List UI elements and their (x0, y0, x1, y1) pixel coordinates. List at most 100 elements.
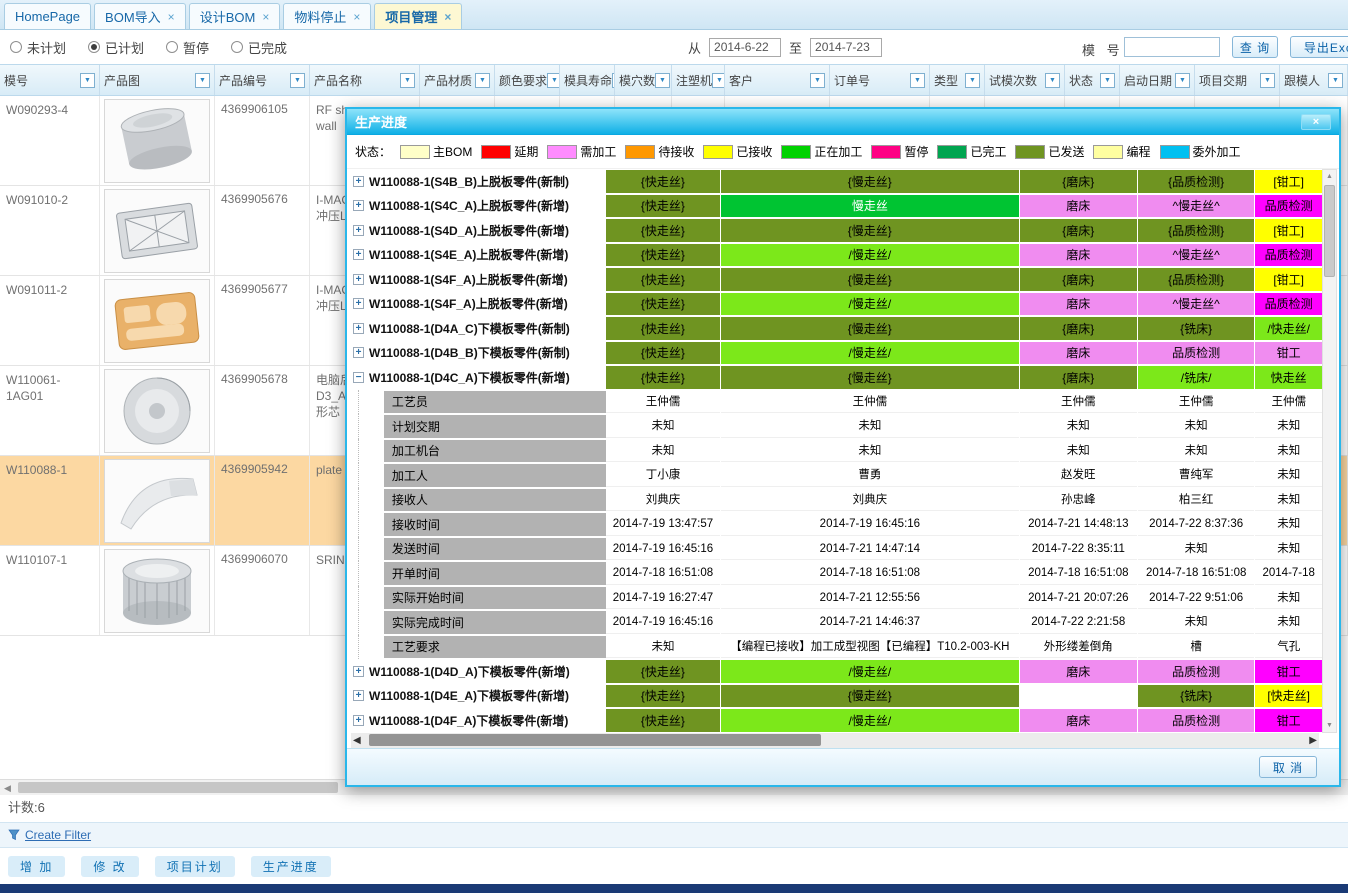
column-header-3[interactable]: 产品名称▼ (310, 65, 420, 95)
process-step-cell[interactable]: 品质检测 (1138, 709, 1254, 732)
process-step-cell[interactable]: 品质检测 (1255, 293, 1322, 316)
process-step-cell[interactable]: {慢走丝} (721, 317, 1018, 340)
cancel-button[interactable]: 取 消 (1259, 756, 1317, 778)
tab-close-icon[interactable]: × (353, 11, 360, 23)
filter-dropdown-icon[interactable]: ▼ (1045, 73, 1060, 88)
tab-close-icon[interactable]: × (168, 11, 175, 23)
column-header-0[interactable]: 模号▼ (0, 65, 100, 95)
scrollbar-thumb[interactable] (1324, 185, 1335, 277)
process-row[interactable]: +W110088-1(S4B_B)上脱板零件(新制){快走丝}{慢走丝}{磨床}… (351, 169, 1323, 194)
process-step-cell[interactable]: {快走丝} (606, 268, 720, 291)
process-step-cell[interactable]: {慢走丝} (721, 366, 1018, 389)
process-step-cell[interactable]: {品质检测} (1138, 268, 1254, 291)
filter-dropdown-icon[interactable]: ▼ (1175, 73, 1190, 88)
column-header-1[interactable]: 产品图▼ (100, 65, 215, 95)
column-header-5[interactable]: 颜色要求▼ (495, 65, 560, 95)
expand-icon[interactable]: + (353, 715, 364, 726)
expand-icon[interactable]: + (353, 298, 364, 309)
project-plan-button[interactable]: 项目计划 (155, 856, 235, 877)
process-step-cell[interactable]: 品质检测 (1138, 660, 1254, 683)
expand-icon[interactable]: + (353, 690, 364, 701)
mould-no-input[interactable] (1124, 37, 1220, 57)
process-row[interactable]: +W110088-1(S4F_A)上脱板零件(新增){快走丝}/慢走丝/磨床^慢… (351, 292, 1323, 317)
create-filter-link[interactable]: Create Filter (25, 828, 91, 842)
column-header-7[interactable]: 模穴数▼ (615, 65, 672, 95)
process-step-cell[interactable]: {磨床} (1020, 268, 1137, 291)
tab-design-bom[interactable]: 设计BOM× (189, 3, 281, 29)
process-row[interactable]: +W110088-1(S4D_A)上脱板零件(新增){快走丝}{慢走丝}{磨床}… (351, 218, 1323, 243)
date-to-input[interactable] (810, 38, 882, 57)
modal-title-bar[interactable]: 生产进度 × (347, 109, 1339, 135)
column-header-8[interactable]: 注塑机▼ (672, 65, 725, 95)
process-step-cell[interactable]: 磨床 (1020, 293, 1137, 316)
process-step-cell[interactable]: ^慢走丝^ (1138, 244, 1254, 267)
process-step-cell[interactable]: {快走丝} (606, 219, 720, 242)
process-step-cell[interactable]: {慢走丝} (721, 219, 1018, 242)
filter-dropdown-icon[interactable]: ▼ (910, 73, 925, 88)
process-step-cell[interactable]: 慢走丝 (721, 195, 1018, 218)
filter-dropdown-icon[interactable]: ▼ (712, 73, 725, 88)
process-step-cell[interactable]: /慢走丝/ (721, 660, 1018, 683)
close-icon[interactable]: × (1301, 114, 1331, 130)
process-step-cell[interactable]: ^慢走丝^ (1138, 293, 1254, 316)
column-header-15[interactable]: 项目交期▼ (1195, 65, 1280, 95)
process-row[interactable]: −W110088-1(D4C_A)下模板零件(新增){快走丝}{慢走丝}{磨床}… (351, 365, 1323, 390)
process-step-cell[interactable]: 磨床 (1020, 195, 1137, 218)
process-step-cell[interactable]: {铣床} (1138, 317, 1254, 340)
filter-dropdown-icon[interactable]: ▼ (1260, 73, 1275, 88)
process-row[interactable]: +W110088-1(D4F_A)下模板零件(新增){快走丝}/慢走丝/磨床品质… (351, 708, 1323, 733)
process-step-cell[interactable]: 快走丝 (1255, 366, 1322, 389)
process-row[interactable]: +W110088-1(D4E_A)下模板零件(新增){快走丝}{慢走丝}{铣床}… (351, 684, 1323, 709)
expand-icon[interactable]: + (353, 225, 364, 236)
expand-icon[interactable]: + (353, 323, 364, 334)
production-progress-button[interactable]: 生产进度 (251, 856, 331, 877)
expand-icon[interactable]: + (353, 347, 364, 358)
process-step-cell[interactable]: {快走丝} (606, 317, 720, 340)
process-step-cell[interactable]: 钳工 (1255, 342, 1322, 365)
process-step-cell[interactable]: {快走丝} (606, 170, 720, 193)
expand-icon[interactable]: + (353, 274, 364, 285)
process-step-cell[interactable]: {慢走丝} (721, 170, 1018, 193)
tab-bom-import[interactable]: BOM导入× (94, 3, 186, 29)
radio-paused[interactable]: 暂停 (166, 38, 209, 57)
process-step-cell[interactable]: {快走丝} (606, 244, 720, 267)
process-step-cell[interactable] (1020, 685, 1137, 708)
radio-unplanned[interactable]: 未计划 (10, 38, 66, 57)
column-header-6[interactable]: 模具寿命▼ (560, 65, 615, 95)
process-step-cell[interactable]: {快走丝} (606, 195, 720, 218)
column-header-13[interactable]: 状态▼ (1065, 65, 1120, 95)
tab-project-management[interactable]: 项目管理× (374, 3, 462, 29)
tree-horizontal-scrollbar[interactable]: ◀ ▶ (351, 733, 1319, 748)
scroll-right-icon[interactable]: ▶ (1309, 733, 1317, 748)
process-step-cell[interactable]: {快走丝} (606, 366, 720, 389)
process-step-cell[interactable]: {铣床} (1138, 685, 1254, 708)
filter-dropdown-icon[interactable]: ▼ (655, 73, 670, 88)
process-step-cell[interactable]: 品质检测 (1138, 342, 1254, 365)
filter-dropdown-icon[interactable]: ▼ (290, 73, 305, 88)
process-step-cell[interactable]: [快走丝] (1255, 685, 1322, 708)
process-step-cell[interactable]: 磨床 (1020, 660, 1137, 683)
modify-button[interactable]: 修 改 (81, 856, 138, 877)
column-header-2[interactable]: 产品编号▼ (215, 65, 310, 95)
column-header-12[interactable]: 试模次数▼ (985, 65, 1065, 95)
tree-vertical-scrollbar[interactable]: ▲ ▼ (1322, 169, 1337, 733)
column-header-10[interactable]: 订单号▼ (830, 65, 930, 95)
expand-icon[interactable]: + (353, 176, 364, 187)
process-step-cell[interactable]: {慢走丝} (721, 268, 1018, 291)
tab-material-stop[interactable]: 物料停止× (283, 3, 371, 29)
process-step-cell[interactable]: 磨床 (1020, 709, 1137, 732)
column-header-9[interactable]: 客户▼ (725, 65, 830, 95)
filter-dropdown-icon[interactable]: ▼ (1328, 73, 1343, 88)
radio-completed[interactable]: 已完成 (231, 38, 287, 57)
filter-dropdown-icon[interactable]: ▼ (547, 73, 560, 88)
process-step-cell[interactable]: /慢走丝/ (721, 709, 1018, 732)
process-step-cell[interactable]: 磨床 (1020, 342, 1137, 365)
process-step-cell[interactable]: [钳工] (1255, 170, 1322, 193)
tab-homepage[interactable]: HomePage (4, 3, 91, 29)
process-step-cell[interactable]: {快走丝} (606, 293, 720, 316)
column-header-4[interactable]: 产品材质▼ (420, 65, 495, 95)
process-step-cell[interactable]: 磨床 (1020, 244, 1137, 267)
scroll-left-icon[interactable]: ◀ (353, 733, 361, 748)
expand-icon[interactable]: + (353, 200, 364, 211)
process-step-cell[interactable]: {慢走丝} (721, 685, 1018, 708)
